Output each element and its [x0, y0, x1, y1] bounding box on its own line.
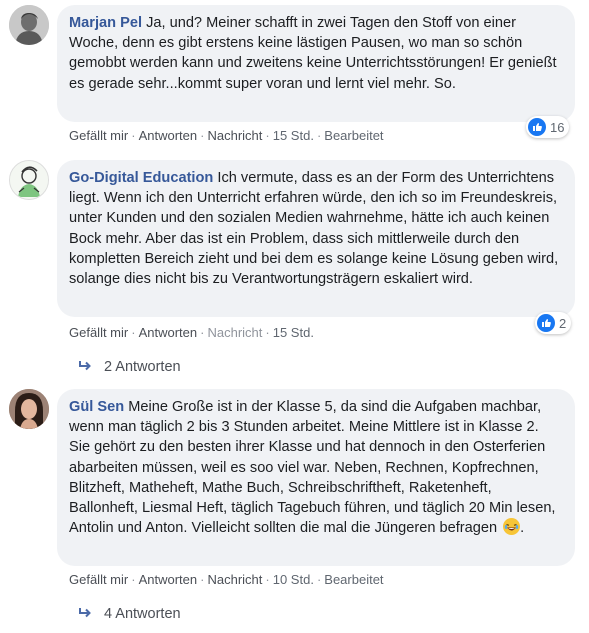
- comment-text: Ich vermute, dass es an der Form des Unt…: [69, 170, 559, 288]
- comment-actions: Gefällt mir · Antworten · Nachricht · 10 Std. ·…: [69, 572, 384, 587]
- comment-timestamp[interactable]: 15 Std.: [273, 325, 314, 340]
- reaction-count-value: 2: [559, 315, 567, 331]
- comment-bubble: Gül Sen Meine Große ist in der Klasse 5,…: [57, 389, 575, 566]
- like-link[interactable]: Gefällt mir: [69, 325, 128, 340]
- avatar[interactable]: [9, 389, 49, 429]
- replies-count-label[interactable]: 4 Antworten: [104, 606, 181, 622]
- comment-bubble: Marjan Pel Ja, und? Meiner schafft in zw…: [57, 5, 575, 122]
- comment-timestamp[interactable]: 10 Std.: [273, 572, 314, 587]
- message-link[interactable]: Nachricht: [207, 325, 262, 340]
- comment-actions: Gefällt mir · Antworten · Nachricht · 15 Std.: [69, 325, 314, 340]
- avatar[interactable]: [9, 160, 49, 200]
- reaction-count-value: 16: [550, 119, 565, 135]
- laughing-emoji-icon: [503, 518, 521, 536]
- comment-text: Meine Große ist in der Klasse 5, da sind…: [69, 399, 556, 537]
- comment-bubble: Go-Digital Education Ich vermute, dass e…: [57, 160, 575, 317]
- replies-count-label[interactable]: 2 Antworten: [104, 359, 181, 375]
- reply-arrow-icon: [78, 607, 92, 622]
- comment-author[interactable]: Gül Sen: [69, 399, 124, 415]
- reaction-count[interactable]: 2: [535, 312, 572, 334]
- reaction-count[interactable]: 16: [526, 116, 570, 138]
- avatar[interactable]: [9, 5, 49, 45]
- like-link[interactable]: Gefällt mir: [69, 572, 128, 587]
- comment-author[interactable]: Marjan Pel: [69, 15, 142, 31]
- reply-arrow-icon: [78, 360, 92, 375]
- like-link[interactable]: Gefällt mir: [69, 128, 128, 143]
- comment-actions: Gefällt mir · Antworten · Nachricht · 15 Std. ·…: [69, 128, 384, 143]
- comment-text: Ja, und? Meiner schafft in zwei Tagen de…: [69, 15, 557, 92]
- view-replies-link[interactable]: 4 Antworten: [78, 606, 181, 622]
- comment-timestamp[interactable]: 15 Std.: [273, 128, 314, 143]
- like-reaction-icon: [537, 314, 555, 332]
- comment-author[interactable]: Go-Digital Education: [69, 170, 213, 186]
- edited-label[interactable]: Bearbeitet: [324, 128, 383, 143]
- like-reaction-icon: [528, 118, 546, 136]
- view-replies-link[interactable]: 2 Antworten: [78, 359, 181, 375]
- reply-link[interactable]: Antworten: [139, 572, 198, 587]
- reply-link[interactable]: Antworten: [139, 325, 198, 340]
- reply-link[interactable]: Antworten: [139, 128, 198, 143]
- message-link[interactable]: Nachricht: [207, 572, 262, 587]
- edited-label[interactable]: Bearbeitet: [324, 572, 383, 587]
- message-link[interactable]: Nachricht: [207, 128, 262, 143]
